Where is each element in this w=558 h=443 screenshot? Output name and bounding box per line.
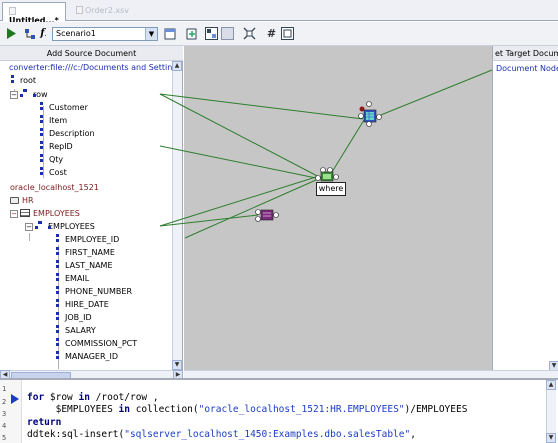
keyword-for: for <box>27 392 45 403</box>
editor-scrollbar[interactable]: ▲ ▼ <box>546 380 556 443</box>
link-row-to-where <box>159 93 326 181</box>
line-number: 5 <box>2 434 7 442</box>
link-repid-to-where <box>159 145 317 179</box>
keyword-return: return <box>27 417 62 428</box>
path-expr: /root/row , <box>89 392 159 403</box>
code-line-4: return <box>27 417 61 428</box>
var-employees: $EMPLOYEES <box>27 404 119 415</box>
where-node[interactable] <box>315 167 339 182</box>
punctuation: , <box>410 429 416 440</box>
fn-collection: collection( <box>129 404 199 415</box>
keyword-in: in <box>118 404 130 415</box>
link-employees-to-where <box>159 176 317 227</box>
line-number: 4 <box>2 422 7 430</box>
link-sql-to-target <box>375 69 493 118</box>
code-line-3: $EMPLOYEES in collection("oracle_localho… <box>27 404 468 415</box>
keyword-in: in <box>78 392 90 403</box>
scroll-down-icon[interactable]: ▼ <box>546 433 556 443</box>
link-where-to-sql <box>331 119 365 173</box>
where-label[interactable]: where <box>316 182 346 196</box>
link-employeeid-to-where <box>184 179 317 239</box>
link-row-to-sql <box>159 93 364 120</box>
path-expr: )/EMPLOYEES <box>404 404 468 415</box>
xquery-editor[interactable]: 1 2 3 4 5 for $row in /root/row , $EMPLO… <box>0 378 558 443</box>
string-literal: "oracle_localhost_1521:HR.EMPLOYEES" <box>198 404 405 415</box>
fn-sql-insert: ddtek:sql-insert( <box>27 429 125 440</box>
line-number: 1 <box>2 385 7 393</box>
scroll-up-icon[interactable]: ▲ <box>546 380 556 390</box>
line-number: 2 <box>2 398 7 406</box>
current-line-arrow-icon <box>11 394 19 404</box>
line-gutter: 1 2 3 4 5 <box>0 380 22 443</box>
var-row: $row <box>44 392 79 403</box>
code-line-5: ddtek:sql-insert("sqlserver_localhost_14… <box>27 429 416 440</box>
function-node[interactable] <box>255 209 279 222</box>
string-literal: "sqlserver_localhost_1450:Examples.dbo.s… <box>124 429 411 440</box>
link-employees-to-sort <box>159 214 259 227</box>
code-line-2: for $row in /root/row , <box>27 392 159 403</box>
line-number: 3 <box>2 410 7 418</box>
